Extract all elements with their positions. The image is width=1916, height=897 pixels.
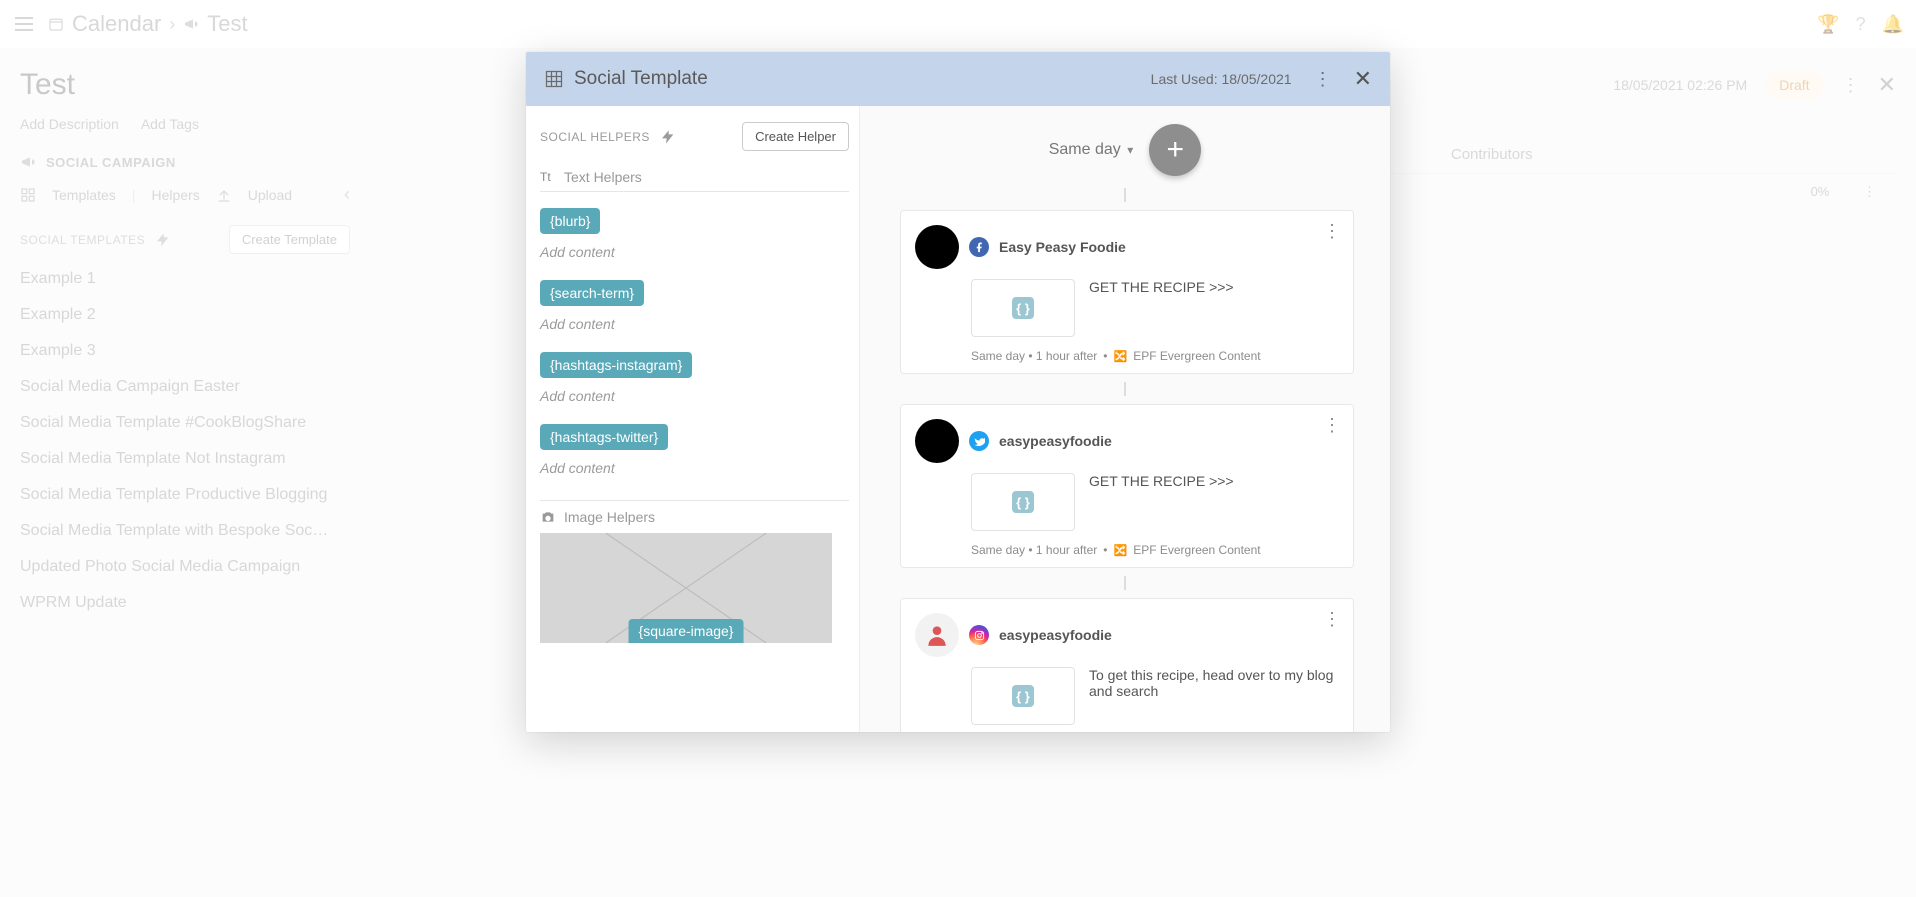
- helper-tag[interactable]: {hashtags-instagram}: [540, 352, 692, 378]
- post-thumbnail[interactable]: { }: [971, 279, 1075, 337]
- template-grid-icon: [544, 69, 564, 89]
- modal-more-menu[interactable]: ⋮: [1314, 69, 1332, 90]
- post-head: Easy Peasy Foodie: [915, 225, 1339, 269]
- social-helpers-label: SOCIAL HELPERS: [540, 130, 650, 144]
- helper-block: {hashtags-twitter}Add content: [540, 422, 849, 494]
- helper-add-content[interactable]: Add content: [540, 234, 849, 260]
- post-text: GET THE RECIPE >>>: [1089, 473, 1339, 489]
- modal-header: Social Template Last Used: 18/05/2021 ⋮ …: [526, 52, 1390, 106]
- helper-tag[interactable]: {hashtags-twitter}: [540, 424, 668, 450]
- facebook-icon: [969, 237, 989, 257]
- timeline-connector: [1124, 188, 1126, 202]
- avatar: [915, 225, 959, 269]
- same-day-row: Same day ▾ +: [868, 116, 1382, 188]
- braces-icon: { }: [1012, 685, 1034, 707]
- braces-icon: { }: [1012, 297, 1034, 319]
- modal-last-used: Last Used: 18/05/2021: [1151, 71, 1292, 87]
- post-more-menu[interactable]: ⋮: [1323, 221, 1341, 242]
- instagram-icon: [969, 625, 989, 645]
- shuffle-icon: 🔀: [1113, 350, 1127, 363]
- image-helpers-header: Image Helpers: [540, 500, 849, 533]
- post-thumbnail[interactable]: { }: [971, 473, 1075, 531]
- post-head: easypeasyfoodie: [915, 613, 1339, 657]
- timeline-panel: Same day ▾ + ⋮ Easy Peasy Foodie { } GET TH…: [860, 106, 1390, 732]
- text-helpers-header: Tt Text Helpers: [540, 161, 849, 192]
- add-post-button[interactable]: +: [1149, 124, 1201, 176]
- image-placeholder[interactable]: {square-image}: [540, 533, 832, 643]
- account-name: easypeasyfoodie: [999, 627, 1112, 643]
- post-meta: Same day • 1 hour after•🔀EPF Evergreen C…: [915, 537, 1339, 557]
- post-thumbnail[interactable]: { }: [971, 667, 1075, 725]
- square-image-tag: {square-image}: [629, 619, 744, 643]
- post-body: { } GET THE RECIPE >>>: [915, 463, 1339, 537]
- create-helper-button[interactable]: Create Helper: [742, 122, 849, 151]
- modal-title: Social Template: [574, 68, 708, 90]
- post-body: { } To get this recipe, head over to my b…: [915, 657, 1339, 731]
- chevron-down-icon: ▾: [1127, 143, 1133, 157]
- modal-close-icon[interactable]: ✕: [1354, 66, 1372, 92]
- helper-tag[interactable]: {blurb}: [540, 208, 600, 234]
- post-card[interactable]: ⋮ easypeasyfoodie { } GET THE RECIPE >>> Sam…: [900, 404, 1354, 568]
- social-template-modal: Social Template Last Used: 18/05/2021 ⋮ …: [526, 52, 1390, 732]
- modal-body: SOCIAL HELPERS Create Helper Tt Text Hel…: [526, 106, 1390, 732]
- post-text: To get this recipe, head over to my blog…: [1089, 667, 1339, 699]
- text-helpers-label: Text Helpers: [564, 169, 642, 185]
- shuffle-icon: 🔀: [1113, 544, 1127, 557]
- post-head: easypeasyfoodie: [915, 419, 1339, 463]
- post-meta-queue: EPF Evergreen Content: [1133, 543, 1260, 557]
- post-meta-time: Same day • 1 hour after: [971, 543, 1097, 557]
- post-body: { } GET THE RECIPE >>>: [915, 269, 1339, 343]
- post-more-menu[interactable]: ⋮: [1323, 415, 1341, 436]
- timeline-connector: [1124, 382, 1126, 396]
- post-card[interactable]: ⋮ easypeasyfoodie { } To get this recipe, h…: [900, 598, 1354, 732]
- post-meta: Same day • 1 hour after•🔀EPF Evergreen C…: [915, 343, 1339, 363]
- camera-icon: [540, 509, 556, 525]
- account-name: easypeasyfoodie: [999, 433, 1112, 449]
- helper-tag[interactable]: {search-term}: [540, 280, 644, 306]
- social-helpers-header: SOCIAL HELPERS Create Helper: [540, 118, 849, 161]
- text-type-icon: Tt: [540, 170, 554, 184]
- post-meta-queue: EPF Evergreen Content: [1133, 349, 1260, 363]
- post-card[interactable]: ⋮ Easy Peasy Foodie { } GET THE RECIPE >>> S…: [900, 210, 1354, 374]
- helpers-panel: SOCIAL HELPERS Create Helper Tt Text Hel…: [526, 106, 860, 732]
- account-name: Easy Peasy Foodie: [999, 239, 1126, 255]
- post-more-menu[interactable]: ⋮: [1323, 609, 1341, 630]
- helper-block: {hashtags-instagram}Add content: [540, 350, 849, 422]
- twitter-icon: [969, 431, 989, 451]
- helper-block: {search-term}Add content: [540, 278, 849, 350]
- same-day-dropdown[interactable]: Same day ▾: [1049, 141, 1134, 159]
- helper-block: {blurb}Add content: [540, 206, 849, 278]
- helper-add-content[interactable]: Add content: [540, 306, 849, 332]
- helper-add-content[interactable]: Add content: [540, 378, 849, 404]
- post-text: GET THE RECIPE >>>: [1089, 279, 1339, 295]
- braces-icon: { }: [1012, 491, 1034, 513]
- avatar: [915, 419, 959, 463]
- post-meta: Same day • 1 hour after•🔀EPF Evergreen C…: [915, 731, 1339, 732]
- bolt-icon: [660, 129, 676, 145]
- image-helpers-label: Image Helpers: [564, 509, 655, 525]
- helper-add-content[interactable]: Add content: [540, 450, 849, 476]
- post-meta-time: Same day • 1 hour after: [971, 349, 1097, 363]
- modal-overlay: Social Template Last Used: 18/05/2021 ⋮ …: [0, 0, 1916, 897]
- timeline-connector: [1124, 576, 1126, 590]
- avatar-placeholder: [915, 613, 959, 657]
